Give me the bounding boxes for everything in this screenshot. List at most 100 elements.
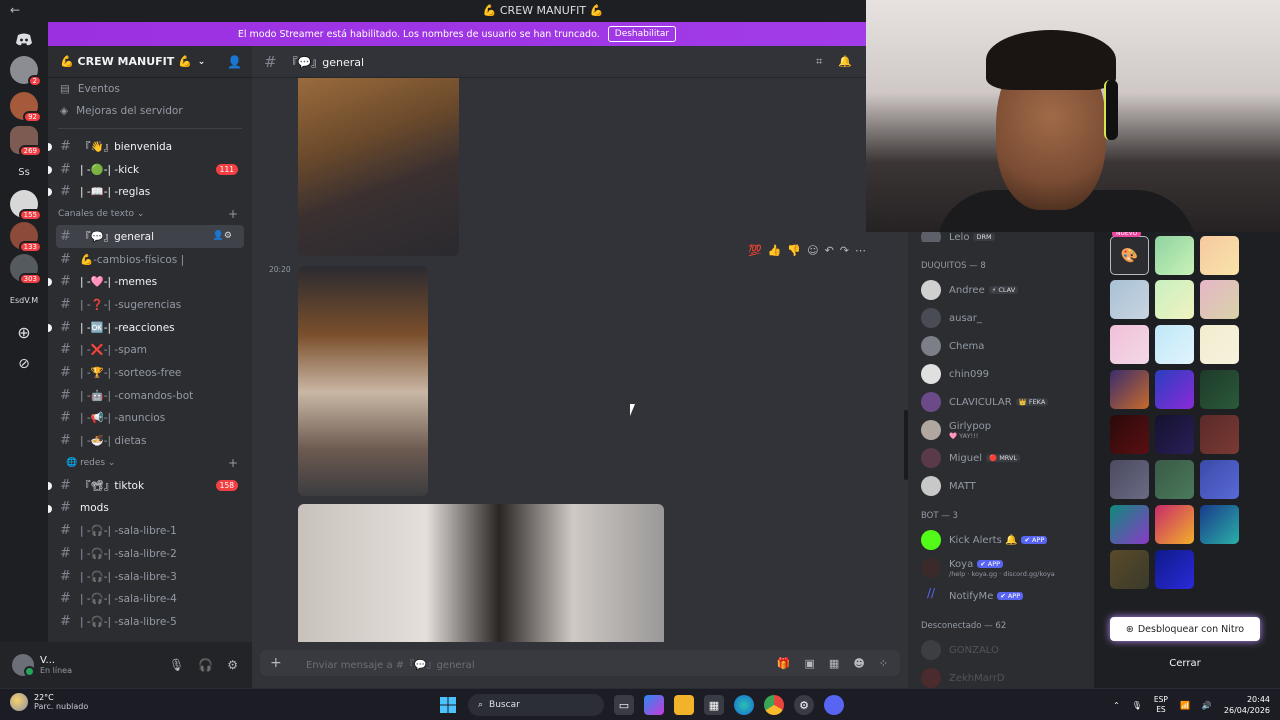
channel-item[interactable]: # | -🍜-| dietas: [48, 429, 252, 452]
channel-item[interactable]: # 『👋』bienvenida: [48, 135, 252, 158]
member-item[interactable]: Andree ⚡ CLAV: [908, 276, 1094, 304]
emoji-icon[interactable]: ☻: [853, 657, 864, 670]
apps-icon[interactable]: ⁘: [879, 657, 888, 670]
weather-widget[interactable]: 22°C Parc. nublado: [10, 693, 88, 711]
category-redes[interactable]: 🌐 redes ⌄ +: [48, 452, 252, 474]
channel-settings-icon[interactable]: 👤⚙: [213, 231, 232, 241]
member-item[interactable]: Miguel 🔴 MRVL: [908, 444, 1094, 472]
attach-plus-icon[interactable]: +: [270, 655, 296, 671]
settings-icon[interactable]: ⚙: [794, 695, 814, 715]
channel-item[interactable]: # | -📢-| -anuncios: [48, 407, 252, 430]
invite-icon[interactable]: 👤: [227, 55, 242, 69]
gif-icon[interactable]: ▣: [805, 657, 815, 670]
member-item[interactable]: Koya ✔ APP/help · koya.gg · discord.gg/ko…: [908, 554, 1094, 582]
member-item[interactable]: Lelo DRM: [908, 232, 1094, 242]
palette-icon[interactable]: 🎨: [1110, 236, 1149, 275]
add-server-icon[interactable]: ⊕: [10, 318, 38, 346]
headphones-icon[interactable]: 🎧: [198, 658, 213, 672]
theme-swatch[interactable]: [1200, 280, 1239, 319]
theme-swatch[interactable]: [1110, 460, 1149, 499]
close-button[interactable]: Cerrar: [1110, 652, 1260, 674]
theme-swatch[interactable]: [1155, 280, 1194, 319]
channel-item[interactable]: # | -🎧-| -sala-libre-4: [48, 587, 252, 610]
channel-item[interactable]: # | -🟢-| -kick 111: [48, 158, 252, 181]
thumbs-down-icon[interactable]: 👎: [787, 244, 801, 257]
channel-item[interactable]: # 💪-cambios-físicos |: [48, 248, 252, 271]
theme-swatch[interactable]: [1200, 505, 1239, 544]
message-image[interactable]: [298, 504, 664, 642]
member-item[interactable]: MATT: [908, 472, 1094, 500]
channel-item[interactable]: # | -❓-| -sugerencias: [48, 293, 252, 316]
channel-item-active[interactable]: # 『💬』general 👤⚙: [56, 225, 244, 248]
theme-swatch[interactable]: [1155, 236, 1194, 275]
theme-swatch[interactable]: [1110, 325, 1149, 364]
discord-home-icon[interactable]: [10, 26, 38, 54]
gear-icon[interactable]: ⚙: [227, 658, 238, 672]
reply-icon[interactable]: ↶: [825, 244, 834, 257]
threads-icon[interactable]: ⌗: [816, 55, 822, 69]
theme-swatch[interactable]: [1200, 236, 1239, 275]
microphone-tray-icon[interactable]: 🎙: [1132, 701, 1142, 710]
member-item[interactable]: GONZALO: [908, 636, 1094, 664]
edge-icon[interactable]: [734, 695, 754, 715]
server-icon[interactable]: 2: [10, 56, 42, 87]
theme-swatch[interactable]: [1155, 460, 1194, 499]
message-image[interactable]: [298, 266, 428, 496]
channel-item[interactable]: # | -🎧-| -sala-libre-3: [48, 565, 252, 588]
more-icon[interactable]: ⋯: [855, 244, 866, 257]
channel-item[interactable]: # | -📖-| -reglas: [48, 180, 252, 203]
disable-streamer-button[interactable]: Deshabilitar: [607, 26, 677, 42]
wifi-icon[interactable]: 📶: [1180, 701, 1190, 710]
taskbar-search[interactable]: ⌕ Buscar: [468, 694, 604, 716]
channel-item[interactable]: # | -🎧-| -sala-libre-2: [48, 542, 252, 565]
channel-item[interactable]: # | -🩷-| -memes: [48, 270, 252, 293]
unlock-nitro-button[interactable]: ⊛ Desbloquear con Nitro: [1110, 617, 1260, 641]
channel-item[interactable]: # mods: [48, 497, 252, 520]
member-item[interactable]: // NotifyMe ✔ APP: [908, 582, 1094, 610]
sticker-icon[interactable]: ▦: [829, 657, 839, 670]
user-info[interactable]: V... En línea: [40, 655, 72, 675]
server-icon[interactable]: 303: [10, 254, 42, 285]
message-image[interactable]: [298, 78, 459, 256]
windows-start-icon[interactable]: [438, 695, 458, 715]
message-list[interactable]: 20:20 💯 👍 👎 ☺ ↶ ↷ ⋯: [252, 78, 908, 642]
bell-icon[interactable]: 🔔: [838, 55, 852, 69]
server-icon[interactable]: Ss: [10, 158, 38, 186]
add-reaction-icon[interactable]: ☺: [807, 244, 818, 257]
forward-icon[interactable]: ↷: [840, 244, 849, 257]
theme-swatch[interactable]: [1200, 370, 1239, 409]
member-item[interactable]: Girlypop 🩷 YAY!!!: [908, 416, 1094, 444]
clock[interactable]: 20:44 26/04/2026: [1224, 694, 1270, 716]
member-item[interactable]: Chema: [908, 332, 1094, 360]
discord-taskbar-icon[interactable]: [824, 695, 844, 715]
thumbs-up-icon[interactable]: 👍: [768, 244, 782, 257]
member-item[interactable]: chin099: [908, 360, 1094, 388]
channel-item[interactable]: # | -❌-| -spam: [48, 339, 252, 362]
microphone-icon[interactable]: 🎙: [169, 658, 184, 672]
channel-item[interactable]: # | -🏆-| -sorteos-free: [48, 361, 252, 384]
server-icon[interactable]: EsdV.M: [10, 286, 38, 314]
gift-icon[interactable]: 🎁: [777, 657, 791, 670]
member-item[interactable]: Kick Alerts 🔔 ✔ APP: [908, 526, 1094, 554]
copilot-icon[interactable]: [644, 695, 664, 715]
member-item[interactable]: ausar_: [908, 304, 1094, 332]
theme-swatch[interactable]: [1110, 370, 1149, 409]
theme-swatch[interactable]: [1200, 460, 1239, 499]
theme-swatch[interactable]: [1200, 415, 1239, 454]
channel-item[interactable]: # | -🎧-| -sala-libre-5: [48, 610, 252, 633]
message-input[interactable]: + Enviar mensaje a #『💬』general 🎁 ▣ ▦ ☻ ⁘: [260, 650, 900, 676]
server-icon[interactable]: 92: [10, 92, 42, 123]
boosts-link[interactable]: ◈ Mejoras del servidor: [48, 100, 252, 122]
theme-swatch[interactable]: [1110, 550, 1149, 589]
server-icon[interactable]: 155: [10, 190, 42, 221]
theme-swatch[interactable]: [1155, 325, 1194, 364]
theme-swatch[interactable]: [1155, 415, 1194, 454]
member-item[interactable]: ZekhMarrD: [908, 664, 1094, 688]
store-icon[interactable]: ▦: [704, 695, 724, 715]
reaction-100-icon[interactable]: 💯: [748, 244, 762, 257]
channel-item[interactable]: # | -🤖-| -comandos-bot: [48, 384, 252, 407]
task-view-icon[interactable]: ▭: [614, 695, 634, 715]
channel-item[interactable]: # | -🆗-| -reacciones: [48, 316, 252, 339]
discover-icon[interactable]: ⊘: [10, 350, 38, 378]
category-text-channels[interactable]: Canales de texto ⌄ +: [48, 203, 252, 225]
